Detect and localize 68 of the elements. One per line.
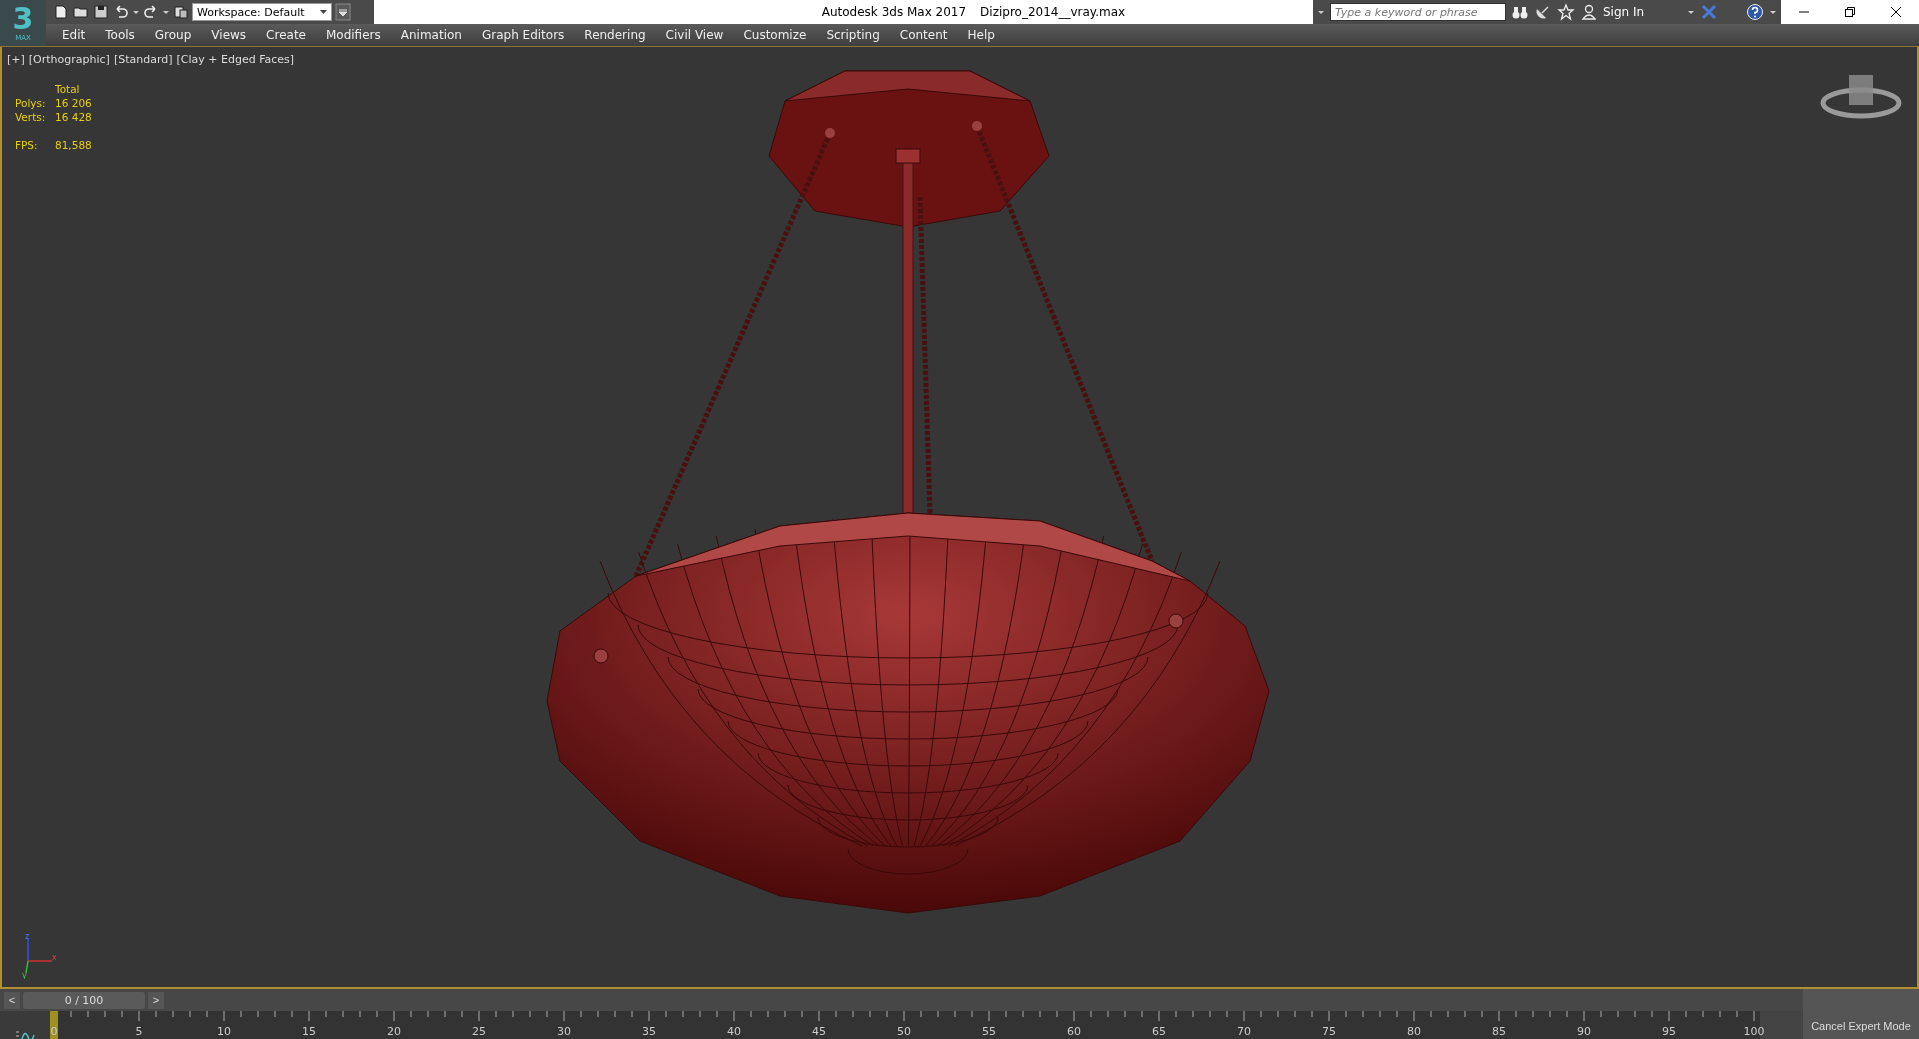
frame-number: 10 [216, 1025, 232, 1039]
frame-number: 50 [896, 1025, 912, 1039]
close-icon[interactable] [1891, 7, 1901, 17]
file-name: Dizipro_2014__vray.max [980, 5, 1126, 19]
previous-frame-button[interactable]: < [4, 991, 20, 1009]
restore-icon[interactable] [1845, 7, 1855, 17]
menu-item[interactable]: Modifiers [315, 28, 391, 42]
frame-number: 80 [1406, 1025, 1422, 1039]
sign-in-link[interactable]: Sign In [1603, 5, 1645, 19]
stat-label: Polys: [15, 97, 47, 109]
satellite-dish-icon[interactable] [1534, 3, 1552, 21]
menu-item[interactable]: Group [144, 28, 202, 42]
menu-item[interactable]: Civil View [655, 28, 734, 42]
frame-number: 0 [49, 1025, 59, 1039]
frame-number: 5 [134, 1025, 144, 1039]
viewport-label[interactable]: [Clay + Edged Faces] [176, 53, 295, 66]
star-icon[interactable] [1557, 3, 1575, 21]
menu-item[interactable]: Create [256, 28, 316, 42]
frame-number: 30 [556, 1025, 572, 1039]
frame-number: 15 [301, 1025, 317, 1039]
frame-number: 75 [1321, 1025, 1337, 1039]
cancel-expert-mode-button[interactable]: Cancel Expert Mode [1803, 989, 1919, 1039]
menu-item[interactable]: Help [957, 28, 1005, 42]
caret-icon [320, 9, 327, 15]
help-icon[interactable] [1746, 3, 1764, 21]
user-icon[interactable] [1580, 3, 1598, 21]
new-file-icon[interactable] [52, 3, 70, 21]
frame-number: 65 [1151, 1025, 1167, 1039]
menu-item[interactable]: Content [889, 28, 958, 42]
viewport-label[interactable]: [Orthographic] [28, 53, 110, 66]
frame-number: 85 [1491, 1025, 1507, 1039]
menu-item[interactable]: Graph Editors [471, 28, 575, 42]
menu-item[interactable]: Animation [390, 28, 472, 42]
search-field[interactable]: Type a keyword or phrase [1330, 3, 1506, 21]
overflow-menu-icon[interactable] [334, 3, 352, 21]
viewport-label[interactable]: [Standard] [113, 53, 173, 66]
menu-item[interactable]: Edit [52, 28, 96, 42]
time-slider[interactable]: < 0 / 100 > [4, 991, 164, 1009]
viewport-label[interactable]: [+] [7, 53, 25, 66]
frame-number: 25 [471, 1025, 487, 1039]
stat-value: 16 206 [55, 97, 92, 109]
menu-item[interactable]: Rendering [574, 28, 656, 42]
frame-number: 90 [1576, 1025, 1592, 1039]
app-title: Autodesk 3ds Max 2017 [821, 5, 967, 19]
frame-number: 20 [386, 1025, 402, 1039]
project-folder-icon[interactable] [172, 3, 190, 21]
frame-number: 60 [1066, 1025, 1082, 1039]
frame-number: 55 [981, 1025, 997, 1039]
frame-number: 35 [641, 1025, 657, 1039]
menu-item[interactable]: Views [201, 28, 257, 42]
axis-tripod-drawing: z x y [22, 933, 57, 979]
menu-item[interactable]: Tools [95, 28, 145, 42]
stat-value: 16 428 [55, 111, 92, 123]
stat-label: Verts: [15, 111, 47, 123]
frame-number: 95 [1661, 1025, 1677, 1039]
workspace-dropdown[interactable]: Workspace: Default [192, 3, 332, 21]
frame-number: 70 [1236, 1025, 1252, 1039]
menu-item[interactable]: Scripting [816, 28, 890, 42]
fps-value: 81,588 [55, 139, 92, 151]
save-icon[interactable] [92, 3, 110, 21]
fps-label: FPS: [15, 139, 39, 151]
frame-number: 40 [726, 1025, 742, 1039]
next-frame-button[interactable]: > [148, 991, 164, 1009]
frame-number: 45 [811, 1025, 827, 1039]
menu-item[interactable]: Customize [733, 28, 817, 42]
frame-counter: 0 / 100 [64, 993, 104, 1007]
viewport[interactable]: [+] [Orthographic] [Standard] [Clay + Edged Faces] Total Polys: 16 206 Verts: 16 428 FPS: 81,588 z x y [0, 47, 1919, 989]
stats-header: Total [55, 83, 81, 95]
